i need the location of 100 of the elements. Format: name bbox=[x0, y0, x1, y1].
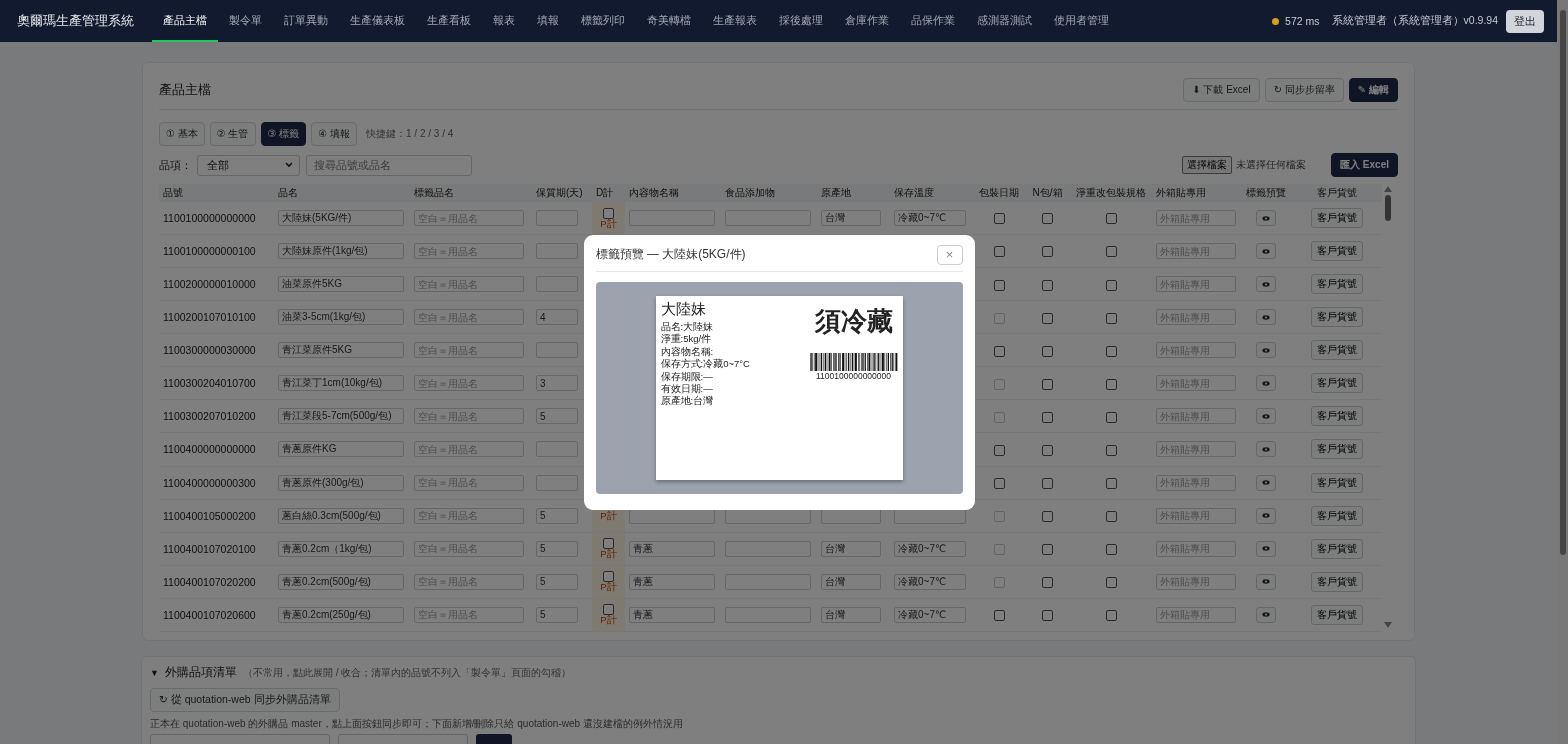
name-field[interactable]: 油菜3-5cm(1kg/包) bbox=[278, 309, 404, 326]
checkbox[interactable] bbox=[603, 604, 614, 616]
customer-code-button[interactable]: 客戶貨號 bbox=[1311, 439, 1363, 460]
checkbox[interactable] bbox=[1105, 411, 1117, 423]
tab[interactable]: ① 基本 bbox=[159, 122, 205, 146]
shelf-life-field[interactable]: 5 bbox=[536, 408, 578, 425]
checkbox[interactable] bbox=[993, 345, 1005, 357]
additive-field[interactable] bbox=[725, 540, 811, 557]
customer-code-button[interactable]: 客戶貨號 bbox=[1311, 472, 1363, 493]
preview-button[interactable] bbox=[1256, 210, 1276, 227]
preview-button[interactable] bbox=[1256, 375, 1276, 392]
shelf-life-field[interactable] bbox=[536, 441, 578, 458]
preview-button[interactable] bbox=[1256, 573, 1276, 590]
customer-code-button[interactable]: 客戶貨號 bbox=[1311, 208, 1363, 229]
shelf-life-field[interactable]: 5 bbox=[536, 540, 578, 557]
checkbox[interactable] bbox=[1042, 312, 1053, 324]
preview-button[interactable] bbox=[1256, 507, 1276, 524]
name-field[interactable]: 大陸妹原件(1kg/包) bbox=[278, 243, 404, 260]
collapse-toggle[interactable]: ▼ bbox=[150, 668, 159, 678]
preview-button[interactable] bbox=[1256, 276, 1276, 293]
import-button[interactable]: 匯入 Excel bbox=[1331, 153, 1398, 177]
checkbox[interactable] bbox=[1105, 577, 1117, 589]
preview-button[interactable] bbox=[1256, 309, 1276, 326]
contents-field[interactable]: 青蔥 bbox=[629, 606, 715, 623]
checkbox[interactable] bbox=[1105, 378, 1117, 390]
checkbox[interactable] bbox=[993, 610, 1005, 622]
shelf-life-field[interactable]: 5 bbox=[536, 606, 578, 623]
shelf-life-field[interactable] bbox=[536, 276, 578, 293]
additive-field[interactable] bbox=[725, 210, 811, 227]
shelf-life-field[interactable]: 5 bbox=[536, 573, 578, 590]
nav-tab[interactable]: 奇美轉檔 bbox=[636, 0, 702, 42]
checkbox[interactable] bbox=[1042, 246, 1053, 258]
name-field[interactable]: 大陸妹(5KG/件) bbox=[278, 210, 404, 227]
contents-field[interactable]: 青蔥 bbox=[629, 540, 715, 557]
customer-code-button[interactable]: 客戶貨號 bbox=[1311, 274, 1363, 295]
nav-tab[interactable]: 使用者管理 bbox=[1043, 0, 1120, 42]
name-field[interactable]: 蔥白絲0.3cm(500g/包) bbox=[278, 507, 404, 524]
name-field[interactable]: 青蔥原件KG bbox=[278, 441, 404, 458]
checkbox[interactable] bbox=[603, 538, 614, 550]
customer-code-button[interactable]: 客戶貨號 bbox=[1311, 406, 1363, 427]
nav-tab[interactable]: 填報 bbox=[526, 0, 570, 42]
checkbox[interactable] bbox=[1042, 213, 1053, 225]
search-field[interactable]: 搜尋品號或品名 bbox=[306, 154, 472, 176]
checkbox[interactable] bbox=[1042, 411, 1053, 423]
action-button[interactable]: ✎ 編輯 bbox=[1348, 77, 1398, 102]
shelf-life-field[interactable]: 5 bbox=[536, 507, 578, 524]
nav-tab[interactable]: 生產儀表板 bbox=[339, 0, 416, 42]
checkbox[interactable] bbox=[993, 444, 1005, 456]
nav-tab[interactable]: 產品主檔 bbox=[152, 0, 218, 42]
shelf-life-field[interactable] bbox=[536, 210, 578, 227]
shelf-life-field[interactable] bbox=[536, 342, 578, 359]
storage-field[interactable]: 冷藏0~7℃ bbox=[894, 573, 966, 590]
nav-tab[interactable]: 感測器測試 bbox=[966, 0, 1043, 42]
contents-field[interactable]: 青蔥 bbox=[629, 573, 715, 590]
checkbox[interactable] bbox=[993, 213, 1005, 225]
nav-tab[interactable]: 報表 bbox=[482, 0, 526, 42]
origin-field[interactable]: 台灣 bbox=[821, 573, 881, 590]
shelf-life-field[interactable]: 4 bbox=[536, 309, 578, 326]
nav-tab[interactable]: 倉庫作業 bbox=[834, 0, 900, 42]
preview-button[interactable] bbox=[1256, 441, 1276, 458]
checkbox[interactable] bbox=[1105, 444, 1117, 456]
nav-tab[interactable]: 採後處理 bbox=[768, 0, 834, 42]
nav-tab[interactable]: 生產看板 bbox=[416, 0, 482, 42]
tab[interactable]: ③ 標籤 bbox=[260, 122, 307, 146]
nav-tab[interactable]: 訂單異動 bbox=[273, 0, 339, 42]
name-field[interactable]: 青蔥原件(300g/包) bbox=[278, 474, 404, 491]
tab[interactable]: ② 生管 bbox=[209, 122, 256, 146]
name-field[interactable]: 青蔥0.2cm(500g/包) bbox=[278, 573, 404, 590]
checkbox[interactable] bbox=[1105, 510, 1117, 522]
checkbox[interactable] bbox=[993, 279, 1005, 291]
checkbox[interactable] bbox=[1105, 477, 1117, 489]
contents-field[interactable] bbox=[629, 210, 715, 227]
preview-button[interactable] bbox=[1256, 243, 1276, 260]
nav-tab[interactable]: 品保作業 bbox=[900, 0, 966, 42]
name-field[interactable]: 青江菜段5-7cm(500g/包) bbox=[278, 408, 404, 425]
checkbox[interactable] bbox=[603, 571, 614, 583]
preview-button[interactable] bbox=[1256, 408, 1276, 425]
name-field[interactable]: 青蔥0.2cm(250g/包) bbox=[278, 606, 404, 623]
checkbox[interactable] bbox=[1042, 378, 1053, 390]
nav-tab[interactable]: 生產報表 bbox=[702, 0, 768, 42]
checkbox[interactable] bbox=[1042, 510, 1053, 522]
customer-code-button[interactable]: 客戶貨號 bbox=[1311, 604, 1363, 625]
origin-field[interactable]: 台灣 bbox=[821, 540, 881, 557]
customer-code-button[interactable]: 客戶貨號 bbox=[1311, 340, 1363, 361]
tab[interactable]: ④ 填報 bbox=[311, 122, 357, 146]
close-button[interactable]: × bbox=[936, 244, 963, 265]
checkbox[interactable] bbox=[1105, 610, 1117, 622]
checkbox[interactable] bbox=[1105, 544, 1117, 555]
checkbox[interactable] bbox=[1105, 345, 1117, 357]
shelf-life-field[interactable] bbox=[536, 474, 578, 491]
action-button[interactable]: ⬇ 下載 Excel bbox=[1183, 77, 1260, 102]
additive-field[interactable] bbox=[725, 606, 811, 623]
page-scrollbar[interactable] bbox=[1557, 0, 1568, 744]
customer-code-button[interactable]: 客戶貨號 bbox=[1311, 538, 1363, 559]
checkbox[interactable] bbox=[993, 477, 1005, 489]
sync-button[interactable]: ↻ 從 quotation-web 同步外購品清單 bbox=[150, 688, 340, 712]
preview-button[interactable] bbox=[1256, 342, 1276, 359]
checkbox[interactable] bbox=[1105, 279, 1117, 291]
checkbox[interactable] bbox=[1042, 610, 1053, 622]
storage-field[interactable]: 冷藏0~7℃ bbox=[894, 210, 966, 227]
